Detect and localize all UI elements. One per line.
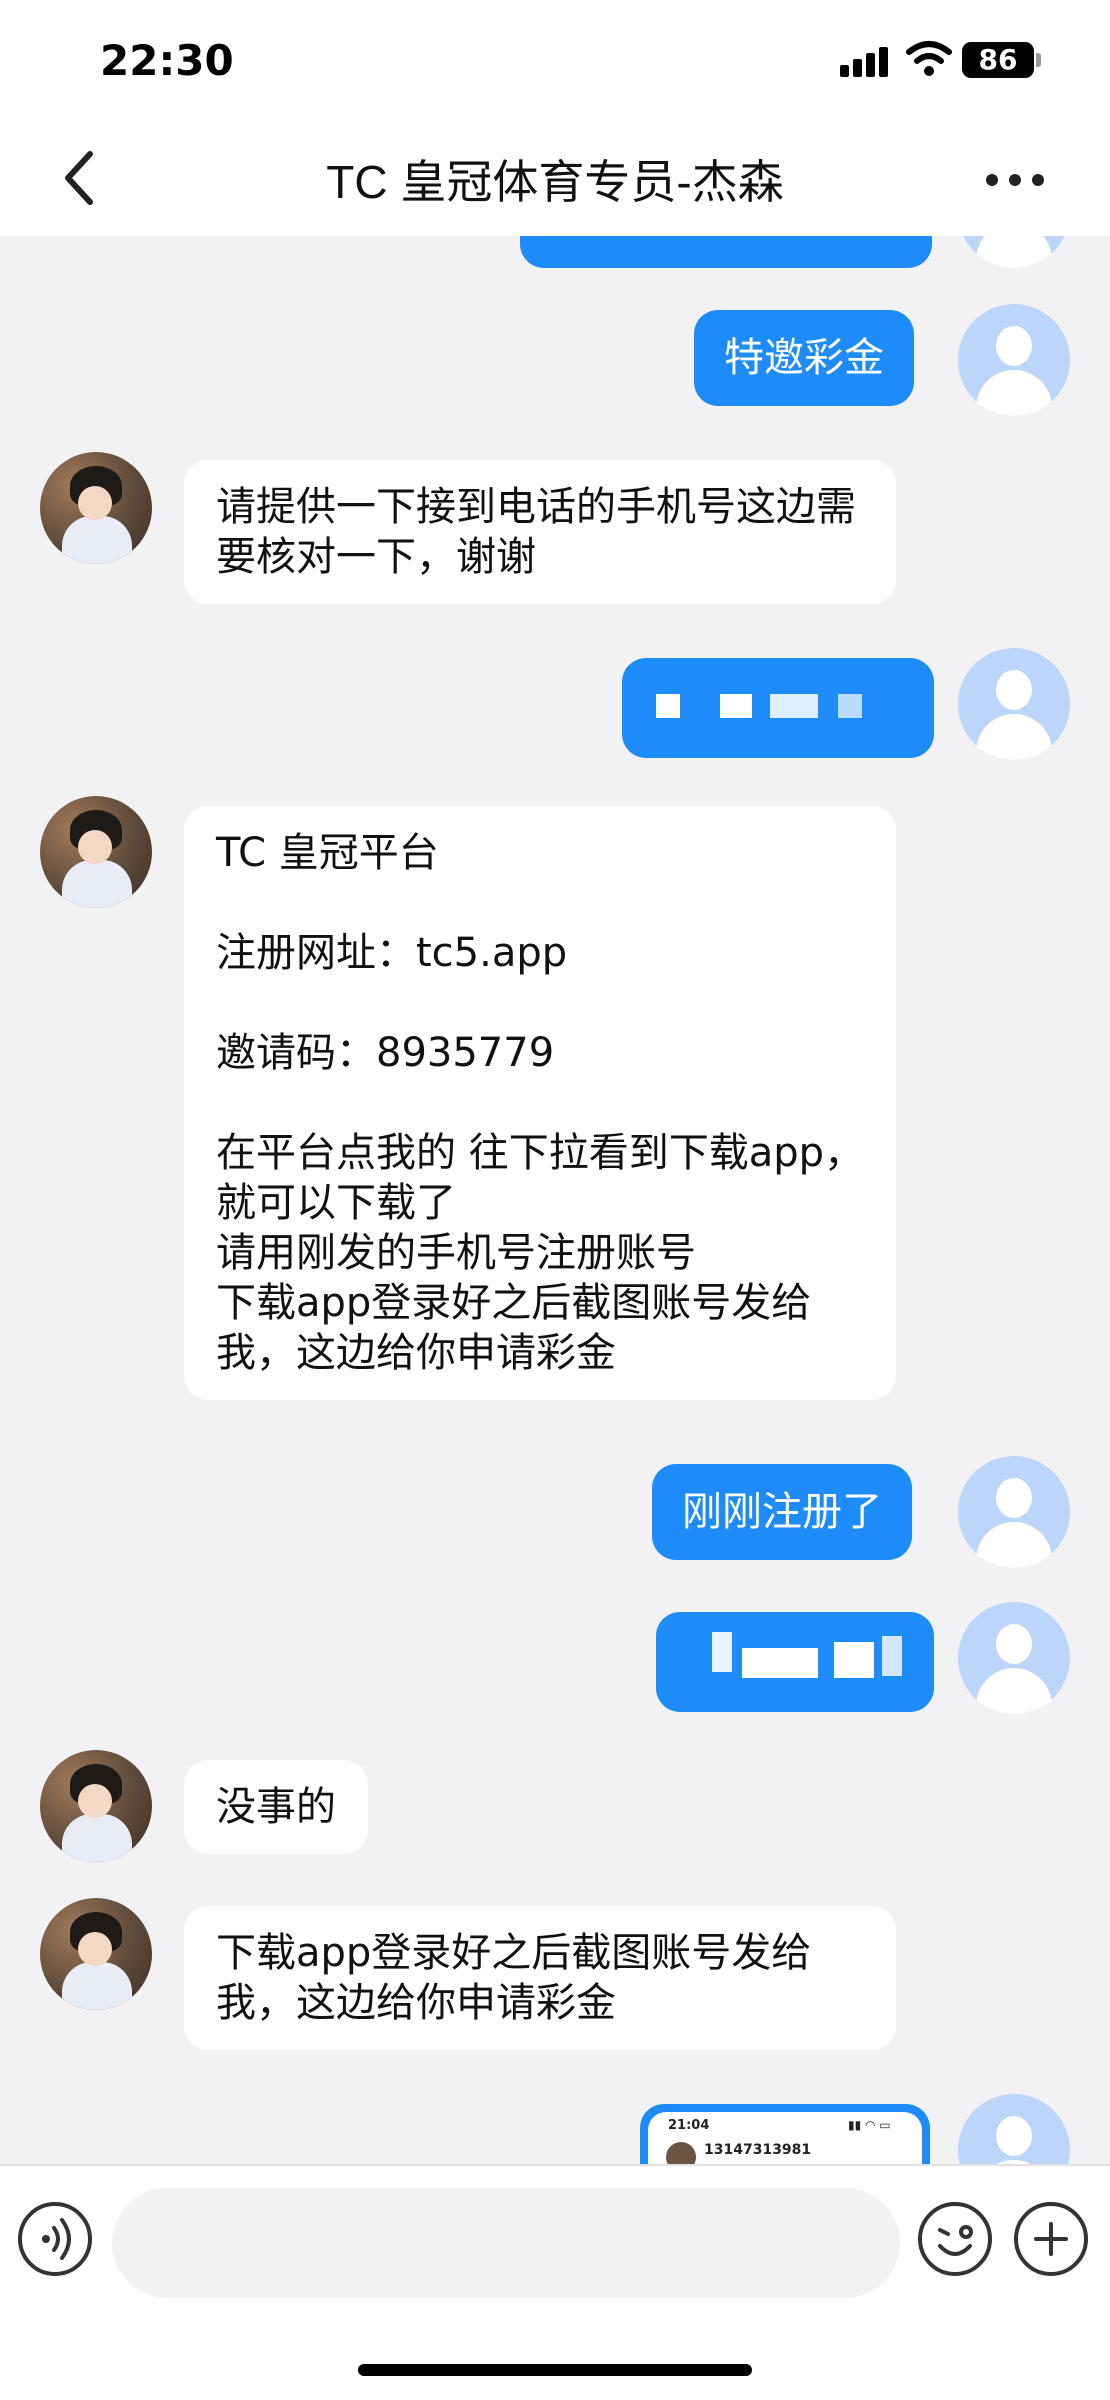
screenshot-time: 21:04 (668, 2118, 710, 2133)
voice-icon[interactable] (18, 2202, 92, 2276)
screenshot-preview: 21:04 ▮▮ ◠ ▭ 13147313981 (648, 2112, 922, 2164)
status-time: 22:30 (100, 36, 234, 85)
message-bubble-self: 特邀彩金 (694, 310, 914, 406)
emoji-icon[interactable] (918, 2202, 992, 2276)
pixelated-block (838, 694, 862, 718)
signal-icon (840, 45, 892, 77)
screenshot-avatar (666, 2142, 696, 2164)
home-indicator[interactable] (358, 2364, 752, 2376)
plus-icon[interactable] (1014, 2202, 1088, 2276)
message-bubble-contact: 请提供一下接到电话的手机号这边需要核对一下，谢谢 (184, 460, 896, 604)
self-avatar[interactable] (958, 2094, 1070, 2164)
self-avatar[interactable] (958, 304, 1070, 416)
contact-avatar[interactable] (40, 1750, 152, 1862)
pixelated-block (712, 1632, 732, 1672)
chat-area[interactable]: 特邀彩金 请提供一下接到电话的手机号这边需要核对一下，谢谢 TC 皇冠平台 注册… (0, 236, 1110, 2164)
chat-title: TC 皇冠体育专员-杰森 (326, 156, 784, 208)
self-avatar[interactable] (958, 1602, 1070, 1714)
pixelated-block (656, 694, 680, 718)
nav-bar: TC 皇冠体育专员-杰森 (0, 120, 1110, 236)
voice-icon-glyph (42, 2218, 71, 2260)
message-bubble-contact: TC 皇冠平台 注册网址：tc5.app 邀请码：8935779 在平台点我的 … (184, 806, 896, 1400)
screenshot-status-icons: ▮▮ ◠ ▭ (848, 2118, 891, 2132)
message-bubble-contact: 没事的 (184, 1760, 368, 1854)
message-bubble-self: 刚刚注册了 (652, 1464, 912, 1560)
battery-cap (1036, 53, 1041, 67)
self-avatar[interactable] (958, 1456, 1070, 1568)
pixelated-block (770, 694, 818, 718)
pixelated-block (742, 1648, 818, 1678)
screenshot-message[interactable]: 21:04 ▮▮ ◠ ▭ 13147313981 (640, 2104, 930, 2164)
self-avatar[interactable] (958, 648, 1070, 760)
contact-avatar[interactable] (40, 1898, 152, 2010)
message-bubble-self-pixelated (622, 658, 934, 758)
message-bubble-self-pixelated (656, 1612, 934, 1712)
pixelated-block (834, 1642, 874, 1678)
pixelated-block (882, 1636, 902, 1676)
message-bubble-partial (520, 236, 932, 268)
screenshot-phone: 13147313981 (704, 2142, 812, 2158)
self-avatar[interactable] (958, 236, 1070, 268)
ellipsis-icon[interactable] (980, 164, 1050, 194)
chevron-left-icon[interactable] (56, 148, 106, 208)
status-bar: 22:30 86 (0, 0, 1110, 120)
message-input[interactable] (112, 2188, 900, 2298)
battery-icon: 86 (962, 42, 1034, 78)
contact-avatar[interactable] (40, 452, 152, 564)
message-bubble-contact: 下载app登录好之后截图账号发给我，这边给你申请彩金 (184, 1906, 896, 2050)
emoji-icon-glyph (938, 2225, 973, 2256)
pixelated-block (720, 694, 752, 718)
contact-avatar[interactable] (40, 796, 152, 908)
wifi-icon (906, 41, 952, 76)
